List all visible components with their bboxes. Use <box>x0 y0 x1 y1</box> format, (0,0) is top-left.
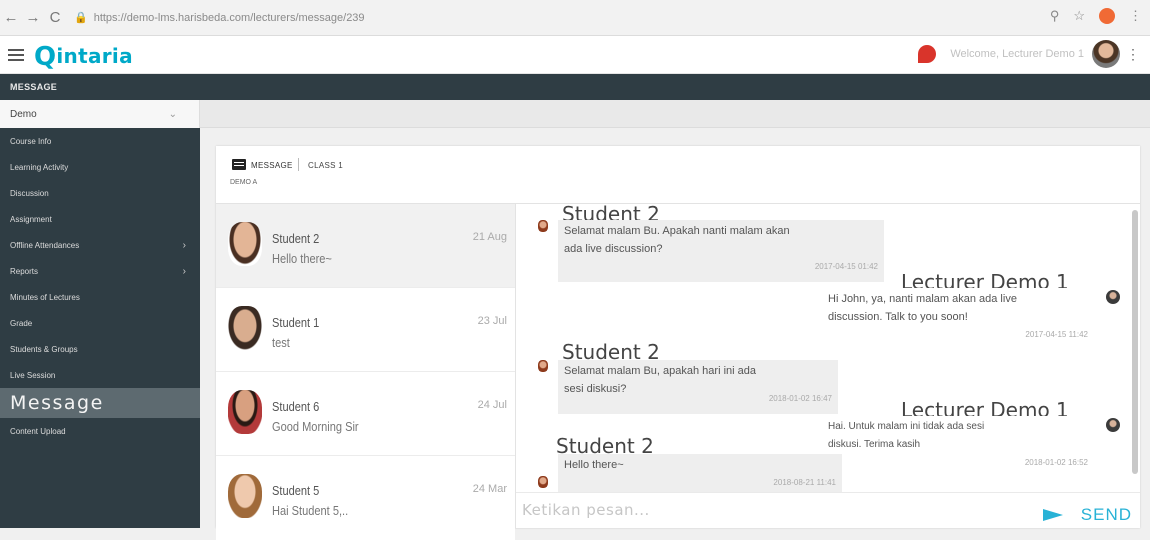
sidebar: Course Info Learning Activity Discussion… <box>0 128 200 528</box>
section-title-bar: MESSAGE <box>0 74 1150 100</box>
header-right: Welcome, Lecturer Demo 1 ⋮ <box>918 40 1140 68</box>
avatar <box>538 476 548 488</box>
send-label: SEND <box>1080 505 1132 524</box>
contact-name: Student 2 <box>272 231 320 246</box>
contact-name: Student 6 <box>272 399 320 414</box>
panel-title: MESSAGE <box>251 161 293 170</box>
hamburger-menu-icon[interactable] <box>8 46 24 64</box>
sidebar-item-offline-attendances[interactable]: Offline Attendances › <box>0 232 200 258</box>
contact-last-message: Hai Student 5,.. <box>272 503 349 518</box>
sidebar-item-course-info[interactable]: Course Info <box>0 128 200 154</box>
url-text: https://demo-lms.harisbeda.com/lecturers… <box>93 11 365 24</box>
reload-icon[interactable]: C <box>44 9 66 26</box>
star-icon[interactable]: ☆ <box>1073 8 1085 24</box>
section-title: MESSAGE <box>10 82 58 92</box>
message-bubble: Hai. Untuk malam ini tidak ada sesi disk… <box>822 416 1094 472</box>
sidebar-item-live-session[interactable]: Live Session <box>0 362 200 388</box>
send-icon <box>1042 509 1063 521</box>
contact-date: 23 Jul <box>477 315 507 327</box>
app-header: Qintaria Welcome, Lecturer Demo 1 ⋮ <box>0 36 1150 74</box>
contact-date: 21 Aug <box>472 231 507 243</box>
contact-list: Student 2 Hello there~ 21 Aug Student 1 … <box>216 204 516 540</box>
extension-icon[interactable] <box>1099 8 1115 24</box>
contact-date: 24 Jul <box>477 399 507 411</box>
avatar <box>228 306 262 350</box>
message-bubble: Hello there~ 2018-08-21 11:41 <box>558 454 842 492</box>
avatar <box>228 222 262 266</box>
notification-icon[interactable] <box>918 45 937 63</box>
sidebar-item-content-upload[interactable]: Content Upload <box>0 418 200 444</box>
user-menu-icon[interactable]: ⋮ <box>1126 46 1140 63</box>
message-time: 2018-08-21 11:41 <box>773 478 836 487</box>
message-bubble: Selamat malam Bu. Apakah nanti malam aka… <box>558 220 884 282</box>
message-time: 2017-04-15 01:42 <box>814 262 878 271</box>
message-composer: SEND <box>516 492 1140 528</box>
contact-item[interactable]: Student 6 Good Morning Sir 24 Jul <box>216 372 515 456</box>
chat-scrollbar[interactable] <box>1132 210 1138 474</box>
chevron-right-icon: › <box>182 239 186 251</box>
avatar <box>228 390 262 434</box>
user-avatar[interactable] <box>1092 40 1120 68</box>
chevron-down-icon: ⌄ <box>168 108 177 120</box>
contact-last-message: test <box>272 335 290 350</box>
contact-last-message: Good Morning Sir <box>272 419 359 434</box>
class-label: CLASS 1 <box>308 161 344 170</box>
avatar <box>538 360 548 372</box>
sidebar-item-reports[interactable]: Reports › <box>0 258 200 284</box>
contact-item[interactable]: Student 5 Hai Student 5,.. 24 Mar <box>216 456 515 540</box>
contact-name: Student 5 <box>272 483 320 498</box>
back-icon[interactable]: ← <box>0 9 22 26</box>
panel-header: MESSAGE CLASS 1 DEMO A <box>216 146 1140 204</box>
message-time: 2017-04-15 11:42 <box>1025 330 1088 339</box>
browser-menu-icon[interactable]: ⋮ <box>1129 8 1142 24</box>
lock-icon: 🔒 <box>74 12 88 24</box>
sidebar-item-students-groups[interactable]: Students & Groups <box>0 336 200 362</box>
send-button[interactable]: SEND <box>1042 505 1132 525</box>
course-select[interactable]: Demo ⌄ <box>0 100 200 128</box>
avatar <box>1106 290 1120 304</box>
sidebar-item-assignment[interactable]: Assignment <box>0 206 200 232</box>
panel-subtitle: DEMO A <box>230 179 258 186</box>
message-sender: Student 2 <box>556 434 654 458</box>
sidebar-item-message[interactable]: Message <box>0 388 200 418</box>
divider <box>298 158 299 171</box>
address-bar[interactable]: 🔒 https://demo-lms.harisbeda.com/lecture… <box>74 7 365 29</box>
contact-item[interactable]: Student 2 Hello there~ 21 Aug <box>216 204 515 288</box>
course-row: Demo ⌄ <box>0 100 1150 128</box>
course-select-value: Demo <box>10 108 37 120</box>
forward-icon[interactable]: → <box>22 9 44 26</box>
sidebar-item-grade[interactable]: Grade <box>0 310 200 336</box>
contact-date: 24 Mar <box>472 483 507 495</box>
message-input[interactable] <box>522 499 992 521</box>
avatar <box>538 220 548 232</box>
message-bubble: Hi John, ya, nanti malam akan ada live d… <box>822 288 1094 350</box>
message-icon <box>232 159 246 170</box>
welcome-text: Welcome, Lecturer Demo 1 <box>950 48 1084 60</box>
message-sender: Student 2 <box>562 340 660 364</box>
sidebar-item-discussion[interactable]: Discussion <box>0 180 200 206</box>
contact-name: Student 1 <box>272 315 320 330</box>
sidebar-item-minutes-of-lectures[interactable]: Minutes of Lectures <box>0 284 200 310</box>
message-panel: MESSAGE CLASS 1 DEMO A Student 2 Hello t… <box>216 146 1140 540</box>
logo[interactable]: Qintaria <box>34 40 133 72</box>
contact-item[interactable]: Student 1 test 23 Jul <box>216 288 515 372</box>
browser-actions: ⚲ ☆ ⋮ <box>1050 8 1142 24</box>
sidebar-item-learning-activity[interactable]: Learning Activity <box>0 154 200 180</box>
zoom-icon[interactable]: ⚲ <box>1050 8 1060 24</box>
message-time: 2018-01-02 16:52 <box>1024 458 1088 467</box>
contact-last-message: Hello there~ <box>272 251 332 266</box>
chevron-right-icon: › <box>182 265 186 277</box>
avatar <box>228 474 262 518</box>
browser-toolbar: ← → C 🔒 https://demo-lms.harisbeda.com/l… <box>0 0 1150 36</box>
chat-area: Student 2 Selamat malam Bu. Apakah nanti… <box>516 204 1140 528</box>
avatar <box>1106 418 1120 432</box>
message-bubble: Selamat malam Bu, apakah hari ini ada se… <box>558 360 838 414</box>
